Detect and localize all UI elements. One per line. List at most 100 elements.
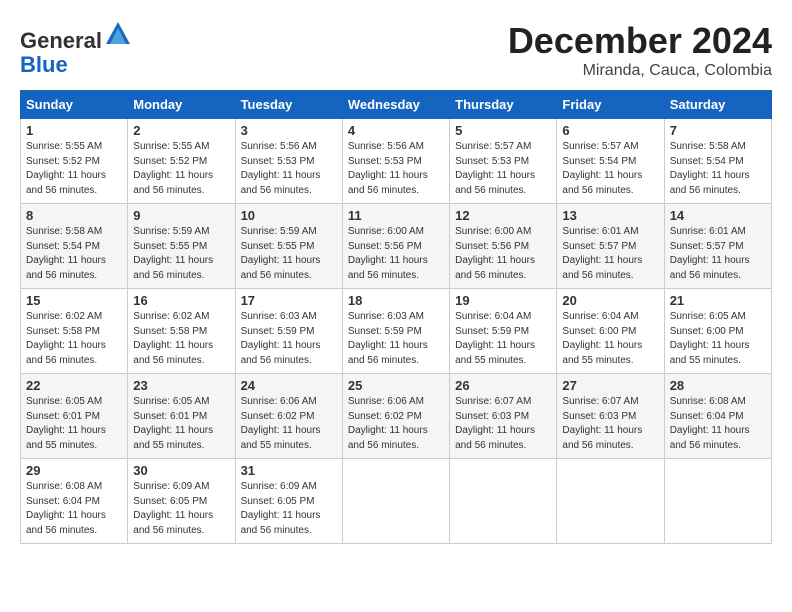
table-row	[342, 459, 449, 544]
day-info: Sunrise: 6:02 AM Sunset: 5:58 PM Dayligh…	[26, 310, 122, 368]
day-info: Sunrise: 5:56 AM Sunset: 5:53 PM Dayligh…	[241, 140, 337, 198]
day-number: 19	[455, 293, 551, 308]
calendar-header-row: Sunday Monday Tuesday Wednesday Thursday…	[21, 91, 772, 119]
day-number: 15	[26, 293, 122, 308]
day-number: 14	[670, 208, 766, 223]
table-row: 25Sunrise: 6:06 AM Sunset: 6:02 PM Dayli…	[342, 374, 449, 459]
table-row	[450, 459, 557, 544]
day-number: 31	[241, 463, 337, 478]
day-info: Sunrise: 6:06 AM Sunset: 6:02 PM Dayligh…	[241, 395, 337, 453]
day-info: Sunrise: 6:05 AM Sunset: 6:01 PM Dayligh…	[26, 395, 122, 453]
day-info: Sunrise: 6:01 AM Sunset: 5:57 PM Dayligh…	[562, 225, 658, 283]
calendar-table: Sunday Monday Tuesday Wednesday Thursday…	[20, 90, 772, 544]
day-info: Sunrise: 6:03 AM Sunset: 5:59 PM Dayligh…	[348, 310, 444, 368]
table-row: 3 Sunrise: 5:56 AM Sunset: 5:53 PM Daylig…	[235, 119, 342, 204]
table-row: 7Sunrise: 5:58 AM Sunset: 5:54 PM Daylig…	[664, 119, 771, 204]
day-info: Sunrise: 5:59 AM Sunset: 5:55 PM Dayligh…	[241, 225, 337, 283]
month-title: December 2024	[508, 20, 772, 62]
day-number: 25	[348, 378, 444, 393]
table-row: 14 Sunrise: 6:01 AM Sunset: 5:57 PM Dayli…	[664, 204, 771, 289]
table-row: 17 Sunrise: 6:03 AM Sunset: 5:59 PM Dayli…	[235, 289, 342, 374]
day-info: Sunrise: 6:07 AM Sunset: 6:03 PM Dayligh…	[455, 395, 551, 453]
table-row: 13Sunrise: 6:01 AM Sunset: 5:57 PM Dayli…	[557, 204, 664, 289]
day-info: Sunrise: 5:55 AM Sunset: 5:52 PM Dayligh…	[133, 140, 229, 198]
header-monday: Monday	[128, 91, 235, 119]
table-row: 5Sunrise: 5:57 AM Sunset: 5:53 PM Daylig…	[450, 119, 557, 204]
logo-icon	[104, 20, 132, 48]
header-thursday: Thursday	[450, 91, 557, 119]
day-number: 21	[670, 293, 766, 308]
day-number: 22	[26, 378, 122, 393]
table-row: 2 Sunrise: 5:55 AM Sunset: 5:52 PM Daylig…	[128, 119, 235, 204]
day-number: 28	[670, 378, 766, 393]
day-info: Sunrise: 5:58 AM Sunset: 5:54 PM Dayligh…	[26, 225, 122, 283]
table-row: 20 Sunrise: 6:04 AM Sunset: 6:00 PM Dayli…	[557, 289, 664, 374]
table-row: 24 Sunrise: 6:06 AM Sunset: 6:02 PM Dayli…	[235, 374, 342, 459]
table-row: 4 Sunrise: 5:56 AM Sunset: 5:53 PM Daylig…	[342, 119, 449, 204]
day-info: Sunrise: 6:00 AM Sunset: 5:56 PM Dayligh…	[455, 225, 551, 283]
table-row: 16 Sunrise: 6:02 AM Sunset: 5:58 PM Dayli…	[128, 289, 235, 374]
day-info: Sunrise: 5:55 AM Sunset: 5:52 PM Dayligh…	[26, 140, 122, 198]
calendar-week-row: 8 Sunrise: 5:58 AM Sunset: 5:54 PM Daylig…	[21, 204, 772, 289]
table-row: 30Sunrise: 6:09 AM Sunset: 6:05 PM Dayli…	[128, 459, 235, 544]
header-sunday: Sunday	[21, 91, 128, 119]
day-info: Sunrise: 6:03 AM Sunset: 5:59 PM Dayligh…	[241, 310, 337, 368]
day-number: 9	[133, 208, 229, 223]
day-info: Sunrise: 6:09 AM Sunset: 6:05 PM Dayligh…	[133, 480, 229, 538]
day-number: 20	[562, 293, 658, 308]
day-info: Sunrise: 6:08 AM Sunset: 6:04 PM Dayligh…	[670, 395, 766, 453]
day-number: 16	[133, 293, 229, 308]
day-number: 3	[241, 123, 337, 138]
table-row: 6 Sunrise: 5:57 AM Sunset: 5:54 PM Daylig…	[557, 119, 664, 204]
table-row: 15 Sunrise: 6:02 AM Sunset: 5:58 PM Dayli…	[21, 289, 128, 374]
table-row	[664, 459, 771, 544]
header-tuesday: Tuesday	[235, 91, 342, 119]
day-number: 11	[348, 208, 444, 223]
table-row: 19Sunrise: 6:04 AM Sunset: 5:59 PM Dayli…	[450, 289, 557, 374]
logo-blue: Blue	[20, 52, 68, 77]
table-row: 9 Sunrise: 5:59 AM Sunset: 5:55 PM Daylig…	[128, 204, 235, 289]
day-number: 7	[670, 123, 766, 138]
logo-general: General	[20, 28, 102, 53]
day-info: Sunrise: 6:02 AM Sunset: 5:58 PM Dayligh…	[133, 310, 229, 368]
logo: General Blue	[20, 20, 132, 77]
day-number: 26	[455, 378, 551, 393]
day-number: 29	[26, 463, 122, 478]
table-row: 8 Sunrise: 5:58 AM Sunset: 5:54 PM Daylig…	[21, 204, 128, 289]
day-info: Sunrise: 6:05 AM Sunset: 6:00 PM Dayligh…	[670, 310, 766, 368]
day-info: Sunrise: 5:59 AM Sunset: 5:55 PM Dayligh…	[133, 225, 229, 283]
header-saturday: Saturday	[664, 91, 771, 119]
day-number: 6	[562, 123, 658, 138]
day-info: Sunrise: 6:07 AM Sunset: 6:03 PM Dayligh…	[562, 395, 658, 453]
table-row: 12 Sunrise: 6:00 AM Sunset: 5:56 PM Dayli…	[450, 204, 557, 289]
day-info: Sunrise: 5:57 AM Sunset: 5:53 PM Dayligh…	[455, 140, 551, 198]
day-info: Sunrise: 6:05 AM Sunset: 6:01 PM Dayligh…	[133, 395, 229, 453]
day-info: Sunrise: 6:01 AM Sunset: 5:57 PM Dayligh…	[670, 225, 766, 283]
table-row: 28 Sunrise: 6:08 AM Sunset: 6:04 PM Dayli…	[664, 374, 771, 459]
calendar-week-row: 1 Sunrise: 5:55 AM Sunset: 5:52 PM Daylig…	[21, 119, 772, 204]
calendar-week-row: 15 Sunrise: 6:02 AM Sunset: 5:58 PM Dayli…	[21, 289, 772, 374]
day-info: Sunrise: 6:08 AM Sunset: 6:04 PM Dayligh…	[26, 480, 122, 538]
day-number: 12	[455, 208, 551, 223]
location-title: Miranda, Cauca, Colombia	[508, 62, 772, 80]
day-number: 2	[133, 123, 229, 138]
table-row: 23Sunrise: 6:05 AM Sunset: 6:01 PM Dayli…	[128, 374, 235, 459]
page-header: General Blue December 2024 Miranda, Cauc…	[20, 20, 772, 80]
day-info: Sunrise: 5:57 AM Sunset: 5:54 PM Dayligh…	[562, 140, 658, 198]
table-row: 31 Sunrise: 6:09 AM Sunset: 6:05 PM Dayli…	[235, 459, 342, 544]
day-info: Sunrise: 6:09 AM Sunset: 6:05 PM Dayligh…	[241, 480, 337, 538]
day-number: 4	[348, 123, 444, 138]
day-number: 18	[348, 293, 444, 308]
table-row: 26 Sunrise: 6:07 AM Sunset: 6:03 PM Dayli…	[450, 374, 557, 459]
day-info: Sunrise: 6:04 AM Sunset: 6:00 PM Dayligh…	[562, 310, 658, 368]
day-number: 8	[26, 208, 122, 223]
day-number: 17	[241, 293, 337, 308]
table-row: 1 Sunrise: 5:55 AM Sunset: 5:52 PM Daylig…	[21, 119, 128, 204]
day-info: Sunrise: 6:00 AM Sunset: 5:56 PM Dayligh…	[348, 225, 444, 283]
header-friday: Friday	[557, 91, 664, 119]
day-number: 24	[241, 378, 337, 393]
day-info: Sunrise: 5:56 AM Sunset: 5:53 PM Dayligh…	[348, 140, 444, 198]
day-number: 1	[26, 123, 122, 138]
title-block: December 2024 Miranda, Cauca, Colombia	[508, 20, 772, 80]
table-row: 27Sunrise: 6:07 AM Sunset: 6:03 PM Dayli…	[557, 374, 664, 459]
